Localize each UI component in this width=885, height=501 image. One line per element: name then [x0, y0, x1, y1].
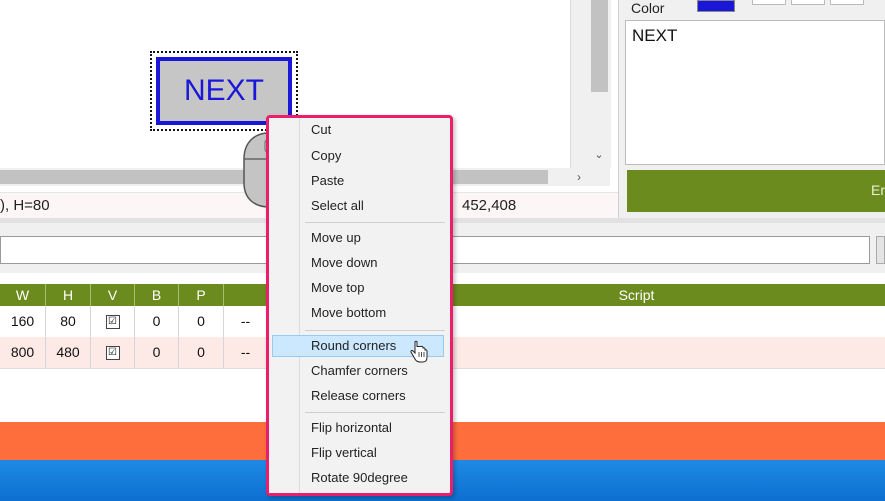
text-content-value: NEXT: [632, 26, 678, 45]
cell-p: 0: [179, 306, 224, 337]
column-header-extra[interactable]: [224, 284, 268, 306]
input-side-button[interactable]: [876, 236, 885, 264]
hand-pointer-icon: [410, 340, 428, 363]
cell-p: 0: [179, 337, 224, 368]
cell-b: 0: [135, 306, 179, 337]
menu-item-flip-horizontal[interactable]: Flip horizontal: [311, 417, 392, 439]
cell-v[interactable]: ☑: [91, 337, 135, 368]
status-size-text: ), H=80: [0, 197, 50, 214]
scroll-down-icon[interactable]: ⌄: [589, 146, 609, 164]
menu-item-flip-vertical[interactable]: Flip vertical: [311, 442, 377, 464]
cell-h: 80: [46, 306, 91, 337]
vertical-scroll-thumb[interactable]: [591, 0, 608, 92]
cell-b: 0: [135, 337, 179, 368]
column-header-b[interactable]: B: [135, 284, 179, 306]
menu-item-chamfer-corners[interactable]: Chamfer corners: [311, 360, 408, 382]
menu-item-copy[interactable]: Copy: [311, 145, 341, 167]
cell-w: 800: [0, 337, 46, 368]
column-header-p[interactable]: P: [179, 284, 224, 306]
scroll-right-icon[interactable]: ›: [568, 168, 590, 186]
status-coordinates: 452,408: [462, 197, 517, 214]
column-header-h[interactable]: H: [46, 284, 91, 306]
cell-h: 480: [46, 337, 91, 368]
menu-item-paste[interactable]: Paste: [311, 170, 344, 192]
menu-item-move-top[interactable]: Move top: [311, 277, 364, 299]
menu-item-round-corners[interactable]: Round corners: [311, 335, 396, 357]
menu-item-move-down[interactable]: Move down: [311, 252, 377, 274]
menu-item-move-up[interactable]: Move up: [311, 227, 361, 249]
menu-item-move-bottom[interactable]: Move bottom: [311, 302, 386, 324]
apply-button[interactable]: Er: [627, 170, 885, 212]
menu-separator: [305, 412, 445, 413]
property-box[interactable]: [752, 0, 786, 5]
visible-checkbox[interactable]: ☑: [105, 315, 120, 330]
menu-item-rotate-90[interactable]: Rotate 90degree: [311, 467, 408, 489]
menu-separator: [305, 330, 445, 331]
property-box[interactable]: [791, 0, 825, 5]
cell-extra: --: [224, 337, 268, 368]
visible-checkbox[interactable]: ☑: [105, 346, 120, 361]
color-label: Color: [631, 0, 665, 16]
menu-item-select-all[interactable]: Select all: [311, 195, 364, 217]
color-swatch[interactable]: [697, 0, 735, 12]
column-header-v[interactable]: V: [91, 284, 135, 306]
column-header-w[interactable]: W: [0, 284, 46, 306]
apply-button-label: Er: [871, 182, 885, 198]
cell-w: 160: [0, 306, 46, 337]
property-box[interactable]: [830, 0, 864, 5]
cell-extra: --: [224, 306, 268, 337]
menu-item-cut[interactable]: Cut: [311, 119, 331, 141]
menu-icon-gutter: [269, 118, 300, 493]
menu-item-release-corners[interactable]: Release corners: [311, 385, 406, 407]
cell-v[interactable]: ☑: [91, 306, 135, 337]
menu-separator: [305, 222, 445, 223]
